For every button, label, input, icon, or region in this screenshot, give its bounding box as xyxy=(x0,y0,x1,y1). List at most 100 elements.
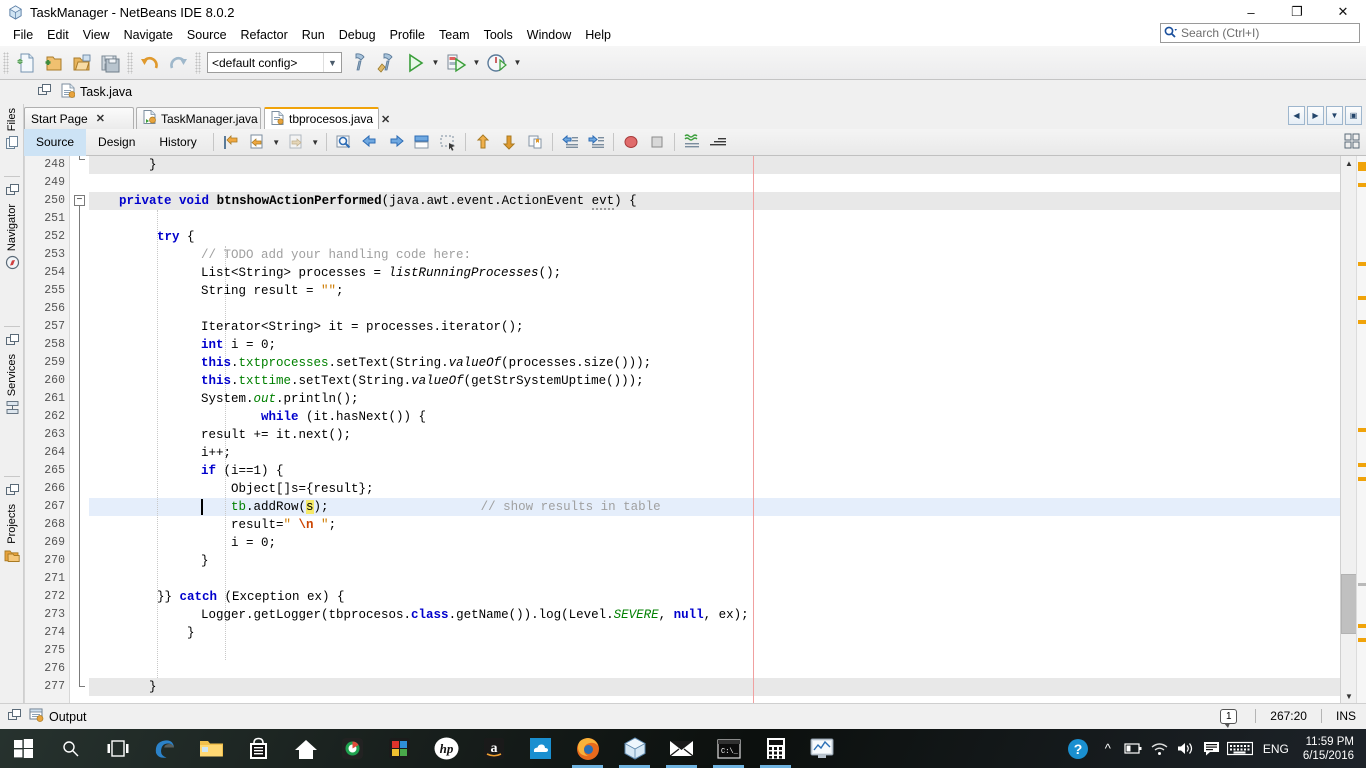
scroll-tabs-right-button[interactable]: ▶ xyxy=(1307,106,1324,125)
keyboard-icon[interactable] xyxy=(1225,741,1255,756)
editor-scrollbar[interactable]: ▲ ▼ xyxy=(1340,156,1366,703)
tab-tbprocesos-java[interactable]: tbprocesos.java ✕ xyxy=(264,107,390,129)
annotation-marker[interactable] xyxy=(1358,296,1366,300)
search-input[interactable]: Search (Ctrl+I) xyxy=(1160,23,1360,43)
build-project-button[interactable] xyxy=(346,50,372,76)
mail-button[interactable] xyxy=(658,729,705,768)
sidebar-item-projects[interactable]: Projects xyxy=(2,484,22,566)
previous-bookmark-button[interactable] xyxy=(471,130,495,154)
hp-button[interactable]: hp xyxy=(423,729,470,768)
close-icon[interactable]: ✕ xyxy=(96,112,105,125)
minimize-button[interactable]: – xyxy=(1228,0,1274,24)
menu-edit[interactable]: Edit xyxy=(40,26,76,44)
project-configuration-select[interactable]: <default config> ▼ xyxy=(207,52,342,73)
scroll-tabs-left-button[interactable]: ◀ xyxy=(1288,106,1305,125)
maximize-button[interactable]: ❐ xyxy=(1274,0,1320,24)
sidebar-item-files[interactable]: Files xyxy=(2,108,22,153)
editor-options-button[interactable] xyxy=(1343,132,1363,152)
profile-dropdown-button[interactable]: ▼ xyxy=(511,50,524,76)
output-window-label[interactable]: Output xyxy=(49,710,87,724)
battery-icon[interactable] xyxy=(1121,742,1147,755)
toolbar-grip-3[interactable] xyxy=(195,51,201,74)
show-hidden-icons-icon[interactable]: ^ xyxy=(1095,741,1121,756)
find-next-button[interactable] xyxy=(384,130,408,154)
shift-left-button[interactable] xyxy=(558,130,582,154)
close-button[interactable]: ✕ xyxy=(1320,0,1366,24)
amazon-button[interactable]: a xyxy=(470,729,517,768)
toggle-bookmark-button[interactable] xyxy=(523,130,547,154)
action-center-icon[interactable] xyxy=(1199,741,1225,757)
next-bookmark-button[interactable] xyxy=(497,130,521,154)
profile-project-button[interactable] xyxy=(484,50,510,76)
error-annotation-strip[interactable] xyxy=(1356,156,1366,703)
sidebar-item-navigator[interactable]: Navigator xyxy=(2,184,22,273)
tab-start-page[interactable]: Start Page ✕ xyxy=(24,107,134,129)
annotation-marker[interactable] xyxy=(1358,583,1366,586)
annotation-marker[interactable] xyxy=(1358,477,1366,481)
toggle-highlight-button[interactable] xyxy=(410,130,434,154)
tab-source[interactable]: Source xyxy=(24,128,87,156)
close-icon[interactable]: ✕ xyxy=(381,113,390,126)
inspect-hierarchy-button[interactable] xyxy=(706,130,730,154)
menu-file[interactable]: File xyxy=(6,26,40,44)
menu-run[interactable]: Run xyxy=(295,26,332,44)
back-button[interactable] xyxy=(245,130,269,154)
menu-profile[interactable]: Profile xyxy=(383,26,432,44)
netbeans-button[interactable] xyxy=(611,729,658,768)
toolbar-grip-2[interactable] xyxy=(127,51,133,74)
annotation-marker[interactable] xyxy=(1358,463,1366,467)
wifi-icon[interactable] xyxy=(1147,742,1173,756)
tab-list-dropdown-button[interactable]: ▼ xyxy=(1326,106,1343,125)
menu-navigate[interactable]: Navigate xyxy=(117,26,180,44)
search-taskbar-button[interactable] xyxy=(47,729,94,768)
calculator-button[interactable] xyxy=(752,729,799,768)
tab-taskmanager-java[interactable]: TaskManager.java ✕ xyxy=(136,107,275,129)
code-text-area[interactable]: } private void btnshowActionPerformed(ja… xyxy=(89,156,1340,703)
inspect-members-button[interactable] xyxy=(680,130,704,154)
menu-team[interactable]: Team xyxy=(432,26,477,44)
scroll-up-button[interactable]: ▲ xyxy=(1341,156,1357,170)
file-explorer-button[interactable] xyxy=(188,729,235,768)
code-editor[interactable]: 248 249 250 251 252 253 254 255 256 257 … xyxy=(24,156,1366,703)
command-prompt-button[interactable]: C:\_ xyxy=(705,729,752,768)
new-file-button[interactable] xyxy=(13,50,39,76)
run-dropdown-button[interactable]: ▼ xyxy=(429,50,442,76)
annotation-marker[interactable] xyxy=(1358,320,1366,324)
sidebar-item-services[interactable]: Services xyxy=(2,334,22,418)
scroll-down-button[interactable]: ▼ xyxy=(1341,689,1357,703)
menu-source[interactable]: Source xyxy=(180,26,234,44)
fold-toggle-method[interactable]: − xyxy=(74,195,85,206)
home-button[interactable] xyxy=(282,729,329,768)
task-view-button[interactable] xyxy=(94,729,141,768)
last-edit-button[interactable] xyxy=(219,130,243,154)
notification-badge[interactable]: 1 xyxy=(1220,708,1238,728)
new-project-button[interactable] xyxy=(41,50,67,76)
annotation-marker[interactable] xyxy=(1358,183,1366,187)
annotation-marker[interactable] xyxy=(1358,638,1366,642)
annotation-marker[interactable] xyxy=(1358,162,1366,171)
annotation-marker[interactable] xyxy=(1358,262,1366,266)
menu-debug[interactable]: Debug xyxy=(332,26,383,44)
edge-button[interactable] xyxy=(141,729,188,768)
start-button[interactable] xyxy=(0,729,47,768)
toggle-rectangular-selection-button[interactable] xyxy=(436,130,460,154)
tab-design[interactable]: Design xyxy=(86,129,147,156)
menu-tools[interactable]: Tools xyxy=(477,26,520,44)
forward-button[interactable] xyxy=(284,130,308,154)
stop-macro-recording-button[interactable] xyxy=(645,130,669,154)
shift-right-button[interactable] xyxy=(584,130,608,154)
tab-history[interactable]: History xyxy=(147,129,208,156)
run-project-button[interactable] xyxy=(402,50,428,76)
find-selection-button[interactable] xyxy=(332,130,356,154)
puzzle-app-button[interactable] xyxy=(376,729,423,768)
save-all-button[interactable] xyxy=(97,50,123,76)
annotation-marker[interactable] xyxy=(1358,428,1366,432)
maximize-editor-button[interactable]: ▣ xyxy=(1345,106,1362,125)
scrollbar-thumb[interactable] xyxy=(1341,574,1357,634)
menu-window[interactable]: Window xyxy=(520,26,578,44)
forward-dropdown-button[interactable]: ▼ xyxy=(309,129,322,155)
onedrive-button[interactable] xyxy=(517,729,564,768)
task-manager-button[interactable] xyxy=(799,729,846,768)
undo-button[interactable] xyxy=(137,50,163,76)
menu-help[interactable]: Help xyxy=(578,26,618,44)
